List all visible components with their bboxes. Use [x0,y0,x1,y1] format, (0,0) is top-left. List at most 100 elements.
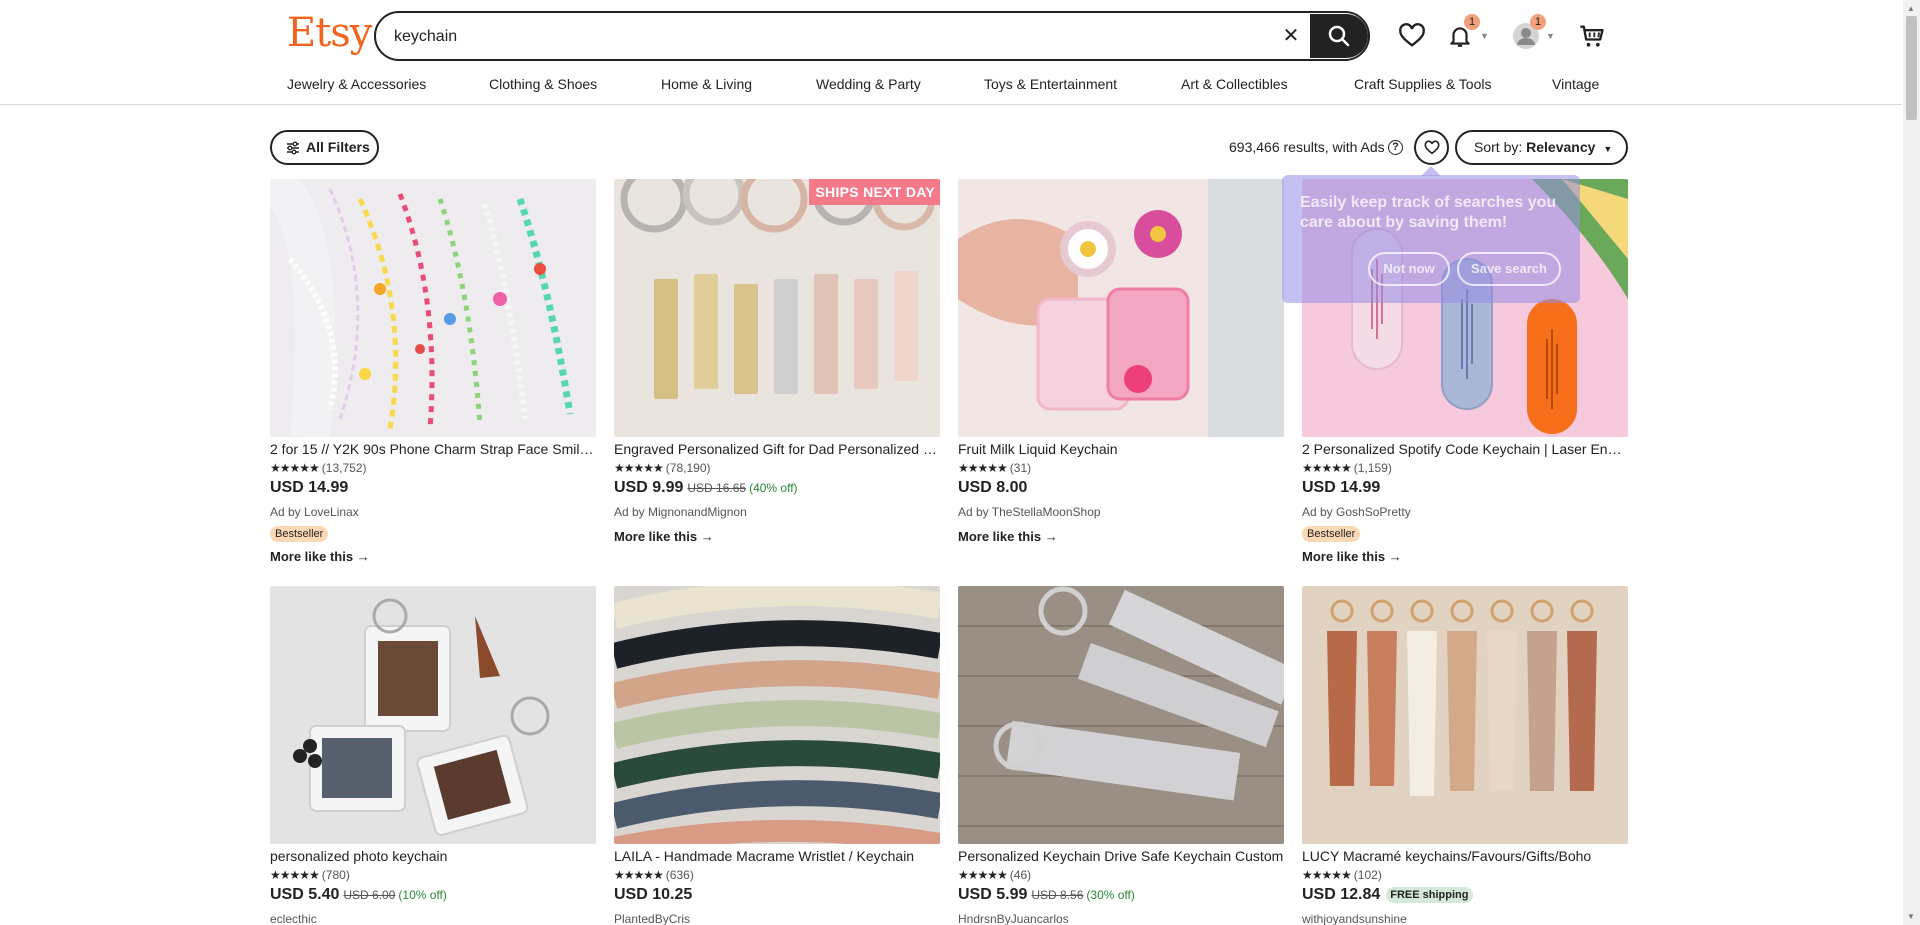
more-like-this-label: More like this [1302,549,1386,564]
price-value: USD 14.99 [1302,479,1381,496]
help-icon[interactable]: ? [1388,140,1403,155]
listing-rating: ★★★★★ (1,159) [1302,461,1392,475]
more-like-this-link[interactable]: More like this → [958,529,1058,544]
not-now-button[interactable]: Not now [1368,252,1450,286]
star-rating-icon: ★★★★★ [958,868,1008,882]
star-rating-icon: ★★★★★ [270,868,320,882]
category-jewelry[interactable]: Jewelry & Accessories [287,76,426,92]
listing-seller[interactable]: withjoyandsunshine [1302,912,1407,925]
review-count: (13,752) [321,461,367,475]
cart-icon [1580,25,1604,47]
heart-icon [1424,140,1440,155]
category-clothing[interactable]: Clothing & Shoes [489,76,597,92]
category-craft[interactable]: Craft Supplies & Tools [1354,76,1491,92]
original-price: USD 6.00 [343,888,396,902]
listing-seller[interactable]: Ad by TheStellaMoonShop [958,505,1101,519]
review-count: (1,159) [1353,461,1392,475]
price-value: USD 12.84 [1302,886,1381,903]
listing-image[interactable] [270,586,596,844]
category-art[interactable]: Art & Collectibles [1181,76,1288,92]
arrow-right-icon: → [356,549,370,564]
save-search-button[interactable] [1414,130,1449,165]
account-badge: 1 [1530,14,1546,30]
sort-dropdown[interactable]: Sort by: Relevancy ▼ [1455,130,1628,165]
scroll-up-icon[interactable]: ▲ [1907,4,1915,13]
discount-text: (40% off) [749,481,798,495]
price-value: USD 8.00 [958,479,1028,496]
discount-text: (30% off) [1086,888,1135,902]
listing-image[interactable]: SHIPS NEXT DAY [614,179,940,437]
etsy-logo[interactable]: Etsy [287,10,372,56]
listing-title[interactable]: personalized photo keychain [270,848,596,864]
listing-image[interactable] [958,179,1284,437]
category-vintage[interactable]: Vintage [1552,76,1599,92]
clear-search-icon[interactable]: ✕ [1276,21,1306,51]
search-input[interactable] [394,23,1274,51]
page-scrollbar[interactable] [1903,0,1920,925]
listing-title[interactable]: 2 for 15 // Y2K 90s Phone Charm Strap Fa… [270,441,596,457]
listing-title[interactable]: LUCY Macramé keychains/Favours/Gifts/Boh… [1302,848,1628,864]
scrollbar-thumb[interactable] [1906,16,1917,120]
listing-title[interactable]: Personalized Keychain Drive Safe Keychai… [958,848,1284,864]
listing-rating: ★★★★★ (78,190) [614,461,711,475]
arrow-right-icon: → [700,529,714,544]
listing-image[interactable] [958,586,1284,844]
listing-price: USD 5.99 USD 8.56 (30% off) [958,886,1135,904]
filter-icon [287,141,299,155]
listing-rating: ★★★★★ (102) [1302,868,1382,882]
site-header: Etsy ✕ 1 ▼ 1 ▼ Jewelry & Accessories Clo… [0,0,1902,105]
category-wedding[interactable]: Wedding & Party [816,76,921,92]
search-button[interactable] [1310,14,1368,58]
review-count: (46) [1009,868,1032,882]
listing-image[interactable] [270,179,596,437]
more-like-this-link[interactable]: More like this → [614,529,714,544]
listing-price: USD 14.99 [1302,479,1380,497]
category-home[interactable]: Home & Living [661,76,752,92]
more-like-this-link[interactable]: More like this → [270,549,370,564]
save-search-popover-button[interactable]: Save search [1457,252,1561,286]
more-like-this-link[interactable]: More like this → [1302,549,1402,564]
listing-title[interactable]: 2 Personalized Spotify Code Keychain | L… [1302,441,1628,457]
listing-seller[interactable]: eclecthic [270,912,317,925]
search-bar: ✕ [374,11,1370,61]
price-value: USD 5.99 [958,886,1028,903]
price-value: USD 5.40 [270,886,340,903]
listing-seller[interactable]: Ad by MignonandMignon [614,505,747,519]
listing-rating: ★★★★★ (13,752) [270,461,367,475]
price-value: USD 9.99 [614,479,684,496]
review-count: (636) [665,868,694,882]
price-value: USD 14.99 [270,479,349,496]
listing-image[interactable] [614,586,940,844]
scroll-down-icon[interactable]: ▼ [1907,912,1915,921]
listing-seller[interactable]: Ad by GoshSoPretty [1302,505,1411,519]
star-rating-icon: ★★★★★ [1302,461,1352,475]
listing-seller[interactable]: HndrsnByJuancarlos [958,912,1069,925]
category-toys[interactable]: Toys & Entertainment [984,76,1117,92]
review-count: (78,190) [665,461,711,475]
favorites-button[interactable] [1396,20,1428,52]
listing-seller[interactable]: Ad by LoveLinax [270,505,359,519]
cart-button[interactable] [1576,20,1608,52]
listing-seller[interactable]: PlantedByCris [614,912,690,925]
star-rating-icon: ★★★★★ [614,868,664,882]
listing-title[interactable]: Engraved Personalized Gift for Dad Perso… [614,441,940,457]
listing-image[interactable] [1302,586,1628,844]
review-count: (780) [321,868,350,882]
chevron-down-icon: ▼ [1480,31,1489,41]
chevron-down-icon: ▼ [1546,31,1555,41]
category-nav: Jewelry & Accessories Clothing & Shoes H… [0,76,1902,94]
heart-icon [1399,23,1425,47]
listing-title[interactable]: Fruit Milk Liquid Keychain [958,441,1284,457]
original-price: USD 8.56 [1031,888,1084,902]
results-count: 693,466 results, with Ads [1229,139,1385,155]
save-search-popover: Easily keep track of searches you care a… [1282,175,1580,303]
listing-price: USD 14.99 [270,479,348,497]
listing-price: USD 10.25 [614,886,692,904]
listing-rating: ★★★★★ (636) [614,868,694,882]
listing-title[interactable]: LAILA - Handmade Macrame Wristlet / Keyc… [614,848,940,864]
more-like-this-label: More like this [614,529,698,544]
popover-text: Easily keep track of searches you care a… [1300,194,1557,231]
more-like-this-label: More like this [958,529,1042,544]
discount-text: (10% off) [398,888,447,902]
all-filters-button[interactable]: All Filters [270,130,379,165]
